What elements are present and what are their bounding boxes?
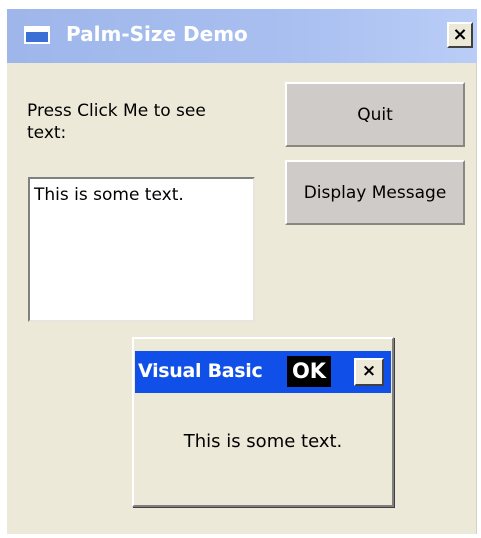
text-box[interactable]: This is some text. <box>28 177 255 322</box>
message-box-title-bar[interactable]: Visual Basic OK × <box>135 351 391 393</box>
main-window: Palm-Size Demo × Press Click Me to see t… <box>7 9 477 534</box>
window-icon <box>24 26 50 44</box>
ok-button[interactable]: OK <box>287 356 331 387</box>
quit-button[interactable]: Quit <box>285 82 465 147</box>
prompt-label: Press Click Me to see text: <box>27 101 206 143</box>
close-button[interactable]: × <box>447 22 473 48</box>
title-bar[interactable]: Palm-Size Demo × <box>7 9 477 63</box>
message-box-dialog: Visual Basic OK × This is some text. <box>132 337 394 507</box>
window-title: Palm-Size Demo <box>66 22 248 46</box>
message-box-close-button[interactable]: × <box>354 358 384 386</box>
message-box-title: Visual Basic <box>138 360 263 382</box>
display-message-button[interactable]: Display Message <box>285 160 465 225</box>
message-box-text: This is some text. <box>183 431 343 452</box>
